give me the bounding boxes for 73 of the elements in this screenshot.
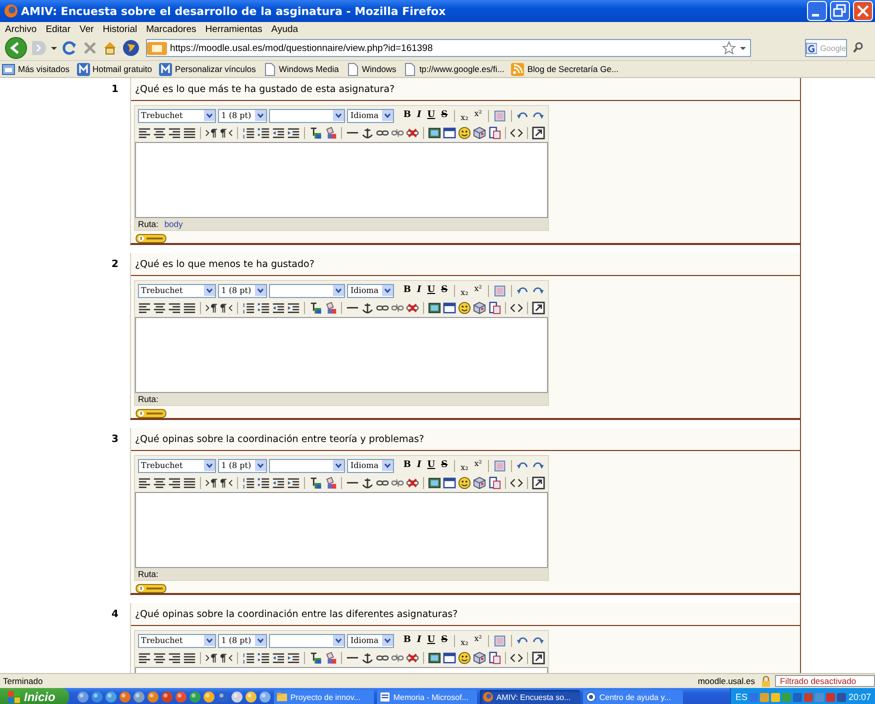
menu-item[interactable]: Historial: [100, 24, 144, 34]
taskbar-button[interactable]: Centro de ayuda y...: [583, 690, 684, 704]
format-button[interactable]: B: [401, 284, 414, 297]
dropdown[interactable]: 1 (8 pt): [218, 634, 268, 648]
format-button[interactable]: I: [415, 459, 424, 472]
format-button[interactable]: B: [401, 634, 414, 647]
bookmark[interactable]: Blog de Secretaría Ge...: [527, 64, 619, 74]
site-host: moodle.usal.es: [698, 676, 755, 686]
dropdown[interactable]: 1 (8 pt): [218, 458, 268, 472]
dropdown[interactable]: Idioma: [347, 458, 394, 472]
format-button[interactable]: x²: [472, 283, 484, 294]
bookmark[interactable]: Windows Media: [278, 64, 339, 74]
dropdown[interactable]: Idioma: [347, 108, 394, 122]
question-number: 4: [110, 608, 120, 622]
format-button[interactable]: x₂: [458, 462, 470, 473]
question-number: 2: [110, 258, 120, 272]
bookmark[interactable]: Windows: [362, 64, 396, 74]
dropdown[interactable]: Trebuchet: [138, 458, 216, 472]
menu-item[interactable]: Editar: [42, 24, 77, 34]
format-button[interactable]: x²: [472, 108, 484, 119]
format-button[interactable]: B: [401, 109, 414, 122]
format-button[interactable]: S: [439, 634, 450, 647]
menu-item[interactable]: Herramientas: [202, 24, 268, 34]
path-link[interactable]: body: [164, 219, 183, 229]
window-title: AMIV: Encuesta sobre el desarrollo de la asginatura - Mozilla Firefox: [21, 4, 446, 18]
menu-item[interactable]: Archivo: [2, 24, 43, 34]
taskbar-button[interactable]: AMIV: Encuesta so...: [480, 690, 580, 704]
question-text: ¿Qué opinas sobre la coordinación entre teoría y problemas?: [135, 434, 424, 444]
bookmark[interactable]: Más visitados: [18, 64, 70, 74]
dropdown[interactable]: Idioma: [347, 284, 394, 298]
filter-status: Filtrado desactivado: [775, 675, 875, 687]
format-button[interactable]: x₂: [458, 112, 470, 123]
address-field[interactable]: https://moodle.usal.es/mod/questionnaire/view.php?id=161398: [146, 39, 751, 57]
status-text: Terminado: [3, 676, 43, 686]
format-button[interactable]: U: [425, 634, 438, 647]
format-button[interactable]: S: [439, 284, 450, 297]
format-button[interactable]: x₂: [458, 287, 470, 298]
taskbar-button[interactable]: Proyecto de innov...: [274, 690, 374, 704]
format-button[interactable]: U: [425, 284, 438, 297]
question-number: 1: [110, 83, 120, 97]
path-label: Ruta:: [138, 219, 158, 229]
menu-item[interactable]: Marcadores: [143, 24, 202, 34]
format-button[interactable]: S: [439, 459, 450, 472]
menu-item[interactable]: Ayuda: [268, 24, 304, 34]
format-button[interactable]: x²: [472, 458, 484, 469]
dropdown[interactable]: Idioma: [347, 634, 394, 648]
bookmark[interactable]: tp://www.google.es/fi...: [419, 64, 504, 74]
start-button[interactable]: Inicio: [0, 688, 70, 704]
path-label: Ruta:: [138, 569, 158, 579]
dropdown[interactable]: Trebuchet: [138, 108, 216, 122]
format-button[interactable]: I: [415, 109, 424, 122]
question-text: ¿Qué es lo que menos te ha gustado?: [135, 258, 314, 270]
format-button[interactable]: B: [401, 459, 414, 472]
menu-item[interactable]: Ver: [76, 24, 100, 34]
dropdown[interactable]: 1 (8 pt): [218, 284, 268, 298]
question-number: 3: [110, 433, 120, 447]
format-button[interactable]: I: [415, 284, 424, 297]
question-text: ¿Qué opinas sobre la coordinación entre las diferentes asignaturas?: [135, 608, 458, 620]
dropdown[interactable]: Trebuchet: [138, 634, 216, 648]
bookmark[interactable]: Hotmail gratuito: [92, 64, 152, 74]
format-button[interactable]: x₂: [458, 637, 470, 648]
format-button[interactable]: x²: [472, 633, 484, 644]
dropdown[interactable]: Trebuchet: [138, 284, 216, 298]
question-text: ¿Qué es lo que más te ha gustado de esta asignatura?: [135, 84, 395, 94]
format-button[interactable]: I: [415, 634, 424, 647]
bookmark[interactable]: Personalizar vínculos: [175, 64, 256, 74]
format-button[interactable]: U: [425, 459, 438, 472]
clock: 20:07: [848, 692, 871, 702]
taskbar-button[interactable]: Memoria - Microsof...: [377, 690, 478, 704]
dropdown[interactable]: 1 (8 pt): [218, 108, 268, 122]
format-button[interactable]: U: [425, 109, 438, 122]
format-button[interactable]: S: [439, 109, 450, 122]
path-label: Ruta:: [138, 394, 158, 404]
